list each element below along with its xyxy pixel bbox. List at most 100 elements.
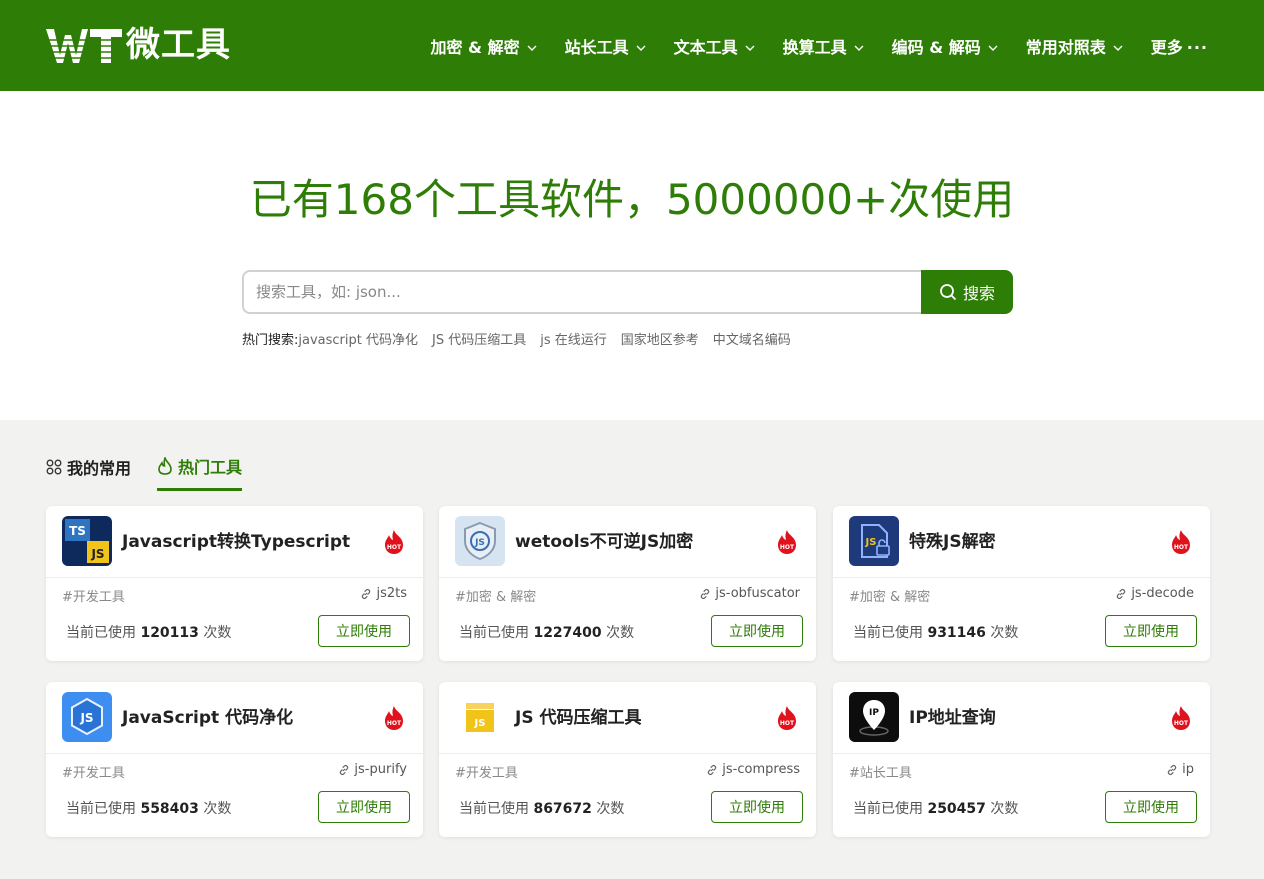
hot-badge-icon: HOT	[778, 530, 796, 554]
count-value: 120113	[140, 625, 199, 641]
tool-card[interactable]: JS JS 代码压缩工具 HOT #开发工具 js-compress 当前已使用…	[439, 682, 816, 837]
card-slug-text: ip	[1182, 762, 1194, 777]
count-suffix: 次数	[596, 801, 625, 817]
card-slug[interactable]: js-obfuscator	[699, 586, 800, 601]
nav-label: 站长工具	[564, 38, 629, 57]
svg-text:HOT: HOT	[780, 720, 795, 727]
nav-item-convert[interactable]: 换算工具	[783, 30, 864, 66]
nav-item-more[interactable]: 更多 ···	[1151, 30, 1208, 66]
svg-text:HOT: HOT	[1174, 544, 1189, 551]
use-now-button[interactable]: 立即使用	[1105, 791, 1197, 823]
search-icon	[940, 284, 957, 301]
card-slug[interactable]: js-compress	[706, 762, 800, 777]
tool-card[interactable]: TS JS Javascript转换Typescript HOT #开发工具 js…	[46, 506, 423, 661]
svg-text:TS: TS	[69, 524, 86, 538]
card-header: JS 特殊JS解密 HOT	[833, 506, 1210, 578]
js-hexagon-icon: JS	[62, 692, 112, 742]
nav-label: 编码 & 解码	[891, 38, 981, 57]
card-slug-text: js-purify	[354, 762, 407, 777]
hero-title: 已有168个工具软件，5000000+次使用	[249, 175, 1015, 224]
hot-search-keyword[interactable]: js 在线运行	[540, 329, 607, 348]
site-logo[interactable]: 微工具	[46, 24, 231, 66]
count-value: 1227400	[533, 625, 602, 641]
nav-label: 加密 & 解密	[430, 38, 520, 57]
link-icon	[701, 588, 710, 599]
ip-pin-icon: IP	[849, 692, 899, 742]
js-box-icon: JS	[455, 692, 505, 742]
count-suffix: 次数	[203, 625, 232, 641]
nav-item-encode[interactable]: 编码 & 解码	[892, 30, 998, 66]
chevron-down-icon	[1113, 45, 1123, 51]
count-prefix: 当前已使用	[459, 801, 529, 817]
link-icon	[708, 764, 717, 775]
hot-search-keyword[interactable]: 中文域名编码	[713, 329, 791, 348]
tool-card[interactable]: JS JavaScript 代码净化 HOT #开发工具 js-purify 当…	[46, 682, 423, 837]
tool-card[interactable]: IP IP地址查询 HOT #站长工具 ip 当前已使用 250457 次数 立…	[833, 682, 1210, 837]
card-header: TS JS Javascript转换Typescript HOT	[46, 506, 423, 578]
count-value: 867672	[533, 801, 592, 817]
card-slug[interactable]: js2ts	[360, 586, 407, 601]
card-slug-text: js2ts	[376, 586, 407, 601]
card-category[interactable]: #加密 & 解密	[455, 586, 536, 605]
svg-text:HOT: HOT	[387, 720, 402, 727]
card-title: wetools不可逆JS加密	[515, 532, 694, 552]
card-title: JS 代码压缩工具	[515, 708, 642, 728]
nav-label: 换算工具	[782, 38, 847, 57]
hot-search-keyword[interactable]: 国家地区参考	[621, 329, 699, 348]
card-category[interactable]: #站长工具	[849, 762, 912, 781]
nav-label: 更多	[1150, 38, 1183, 57]
card-title: 特殊JS解密	[909, 532, 996, 552]
card-category[interactable]: #开发工具	[455, 762, 518, 781]
svg-text:JS: JS	[90, 547, 104, 561]
count-suffix: 次数	[203, 801, 232, 817]
svg-text:HOT: HOT	[780, 544, 795, 551]
search-button[interactable]: 搜索	[921, 270, 1013, 314]
chevron-down-icon	[527, 45, 537, 51]
hot-badge-icon: HOT	[778, 706, 796, 730]
search-input[interactable]	[242, 270, 921, 314]
ts-js-icon: TS JS	[62, 516, 112, 566]
nav-item-text[interactable]: 文本工具	[674, 30, 755, 66]
hot-search-keyword[interactable]: javascript 代码净化	[298, 329, 418, 348]
use-now-button[interactable]: 立即使用	[711, 615, 803, 647]
use-now-button[interactable]: 立即使用	[318, 615, 410, 647]
tab-hot-tools[interactable]: 热门工具	[157, 450, 243, 491]
card-slug-text: js-obfuscator	[715, 586, 800, 601]
use-now-button[interactable]: 立即使用	[318, 791, 410, 823]
card-category[interactable]: #开发工具	[62, 762, 125, 781]
hot-search-keyword[interactable]: JS 代码压缩工具	[432, 329, 526, 348]
logo-text: 微工具	[126, 25, 231, 65]
card-slug[interactable]: ip	[1166, 762, 1194, 777]
count-value: 250457	[927, 801, 986, 817]
tab-label: 热门工具	[178, 457, 243, 477]
chevron-down-icon	[636, 45, 646, 51]
chevron-down-icon	[988, 45, 998, 51]
count-value: 931146	[927, 625, 986, 641]
hot-search-label: 热门搜索:	[242, 333, 299, 348]
card-usage-count: 当前已使用 120113 次数	[66, 622, 231, 642]
hot-badge-icon: HOT	[1172, 706, 1190, 730]
use-now-button[interactable]: 立即使用	[711, 791, 803, 823]
tool-card[interactable]: JS wetools不可逆JS加密 HOT #加密 & 解密 js-obfusc…	[439, 506, 816, 661]
card-category[interactable]: #开发工具	[62, 586, 125, 605]
chevron-down-icon	[745, 45, 755, 51]
tab-my-common[interactable]: 我的常用	[46, 450, 131, 484]
tool-card[interactable]: JS 特殊JS解密 HOT #加密 & 解密 js-decode 当前已使用 9…	[833, 506, 1210, 661]
nav-item-encrypt[interactable]: 加密 & 解密	[430, 30, 537, 66]
nav-item-reference[interactable]: 常用对照表	[1026, 30, 1123, 66]
chevron-down-icon	[854, 45, 864, 51]
card-slug[interactable]: js-purify	[338, 762, 407, 777]
nav-item-webmaster[interactable]: 站长工具	[565, 30, 646, 66]
card-header: JS JS 代码压缩工具 HOT	[439, 682, 816, 754]
card-header: IP IP地址查询 HOT	[833, 682, 1210, 754]
tab-label: 我的常用	[67, 459, 132, 478]
hot-badge-icon: HOT	[385, 706, 403, 730]
count-prefix: 当前已使用	[853, 625, 923, 641]
search-bar: 搜索	[242, 270, 1013, 314]
use-now-button[interactable]: 立即使用	[1105, 615, 1197, 647]
svg-text:JS: JS	[474, 538, 485, 548]
card-slug[interactable]: js-decode	[1115, 586, 1194, 601]
wt-logo-icon	[46, 29, 122, 63]
card-category[interactable]: #加密 & 解密	[849, 586, 930, 605]
js-shield-icon: JS	[455, 516, 505, 566]
